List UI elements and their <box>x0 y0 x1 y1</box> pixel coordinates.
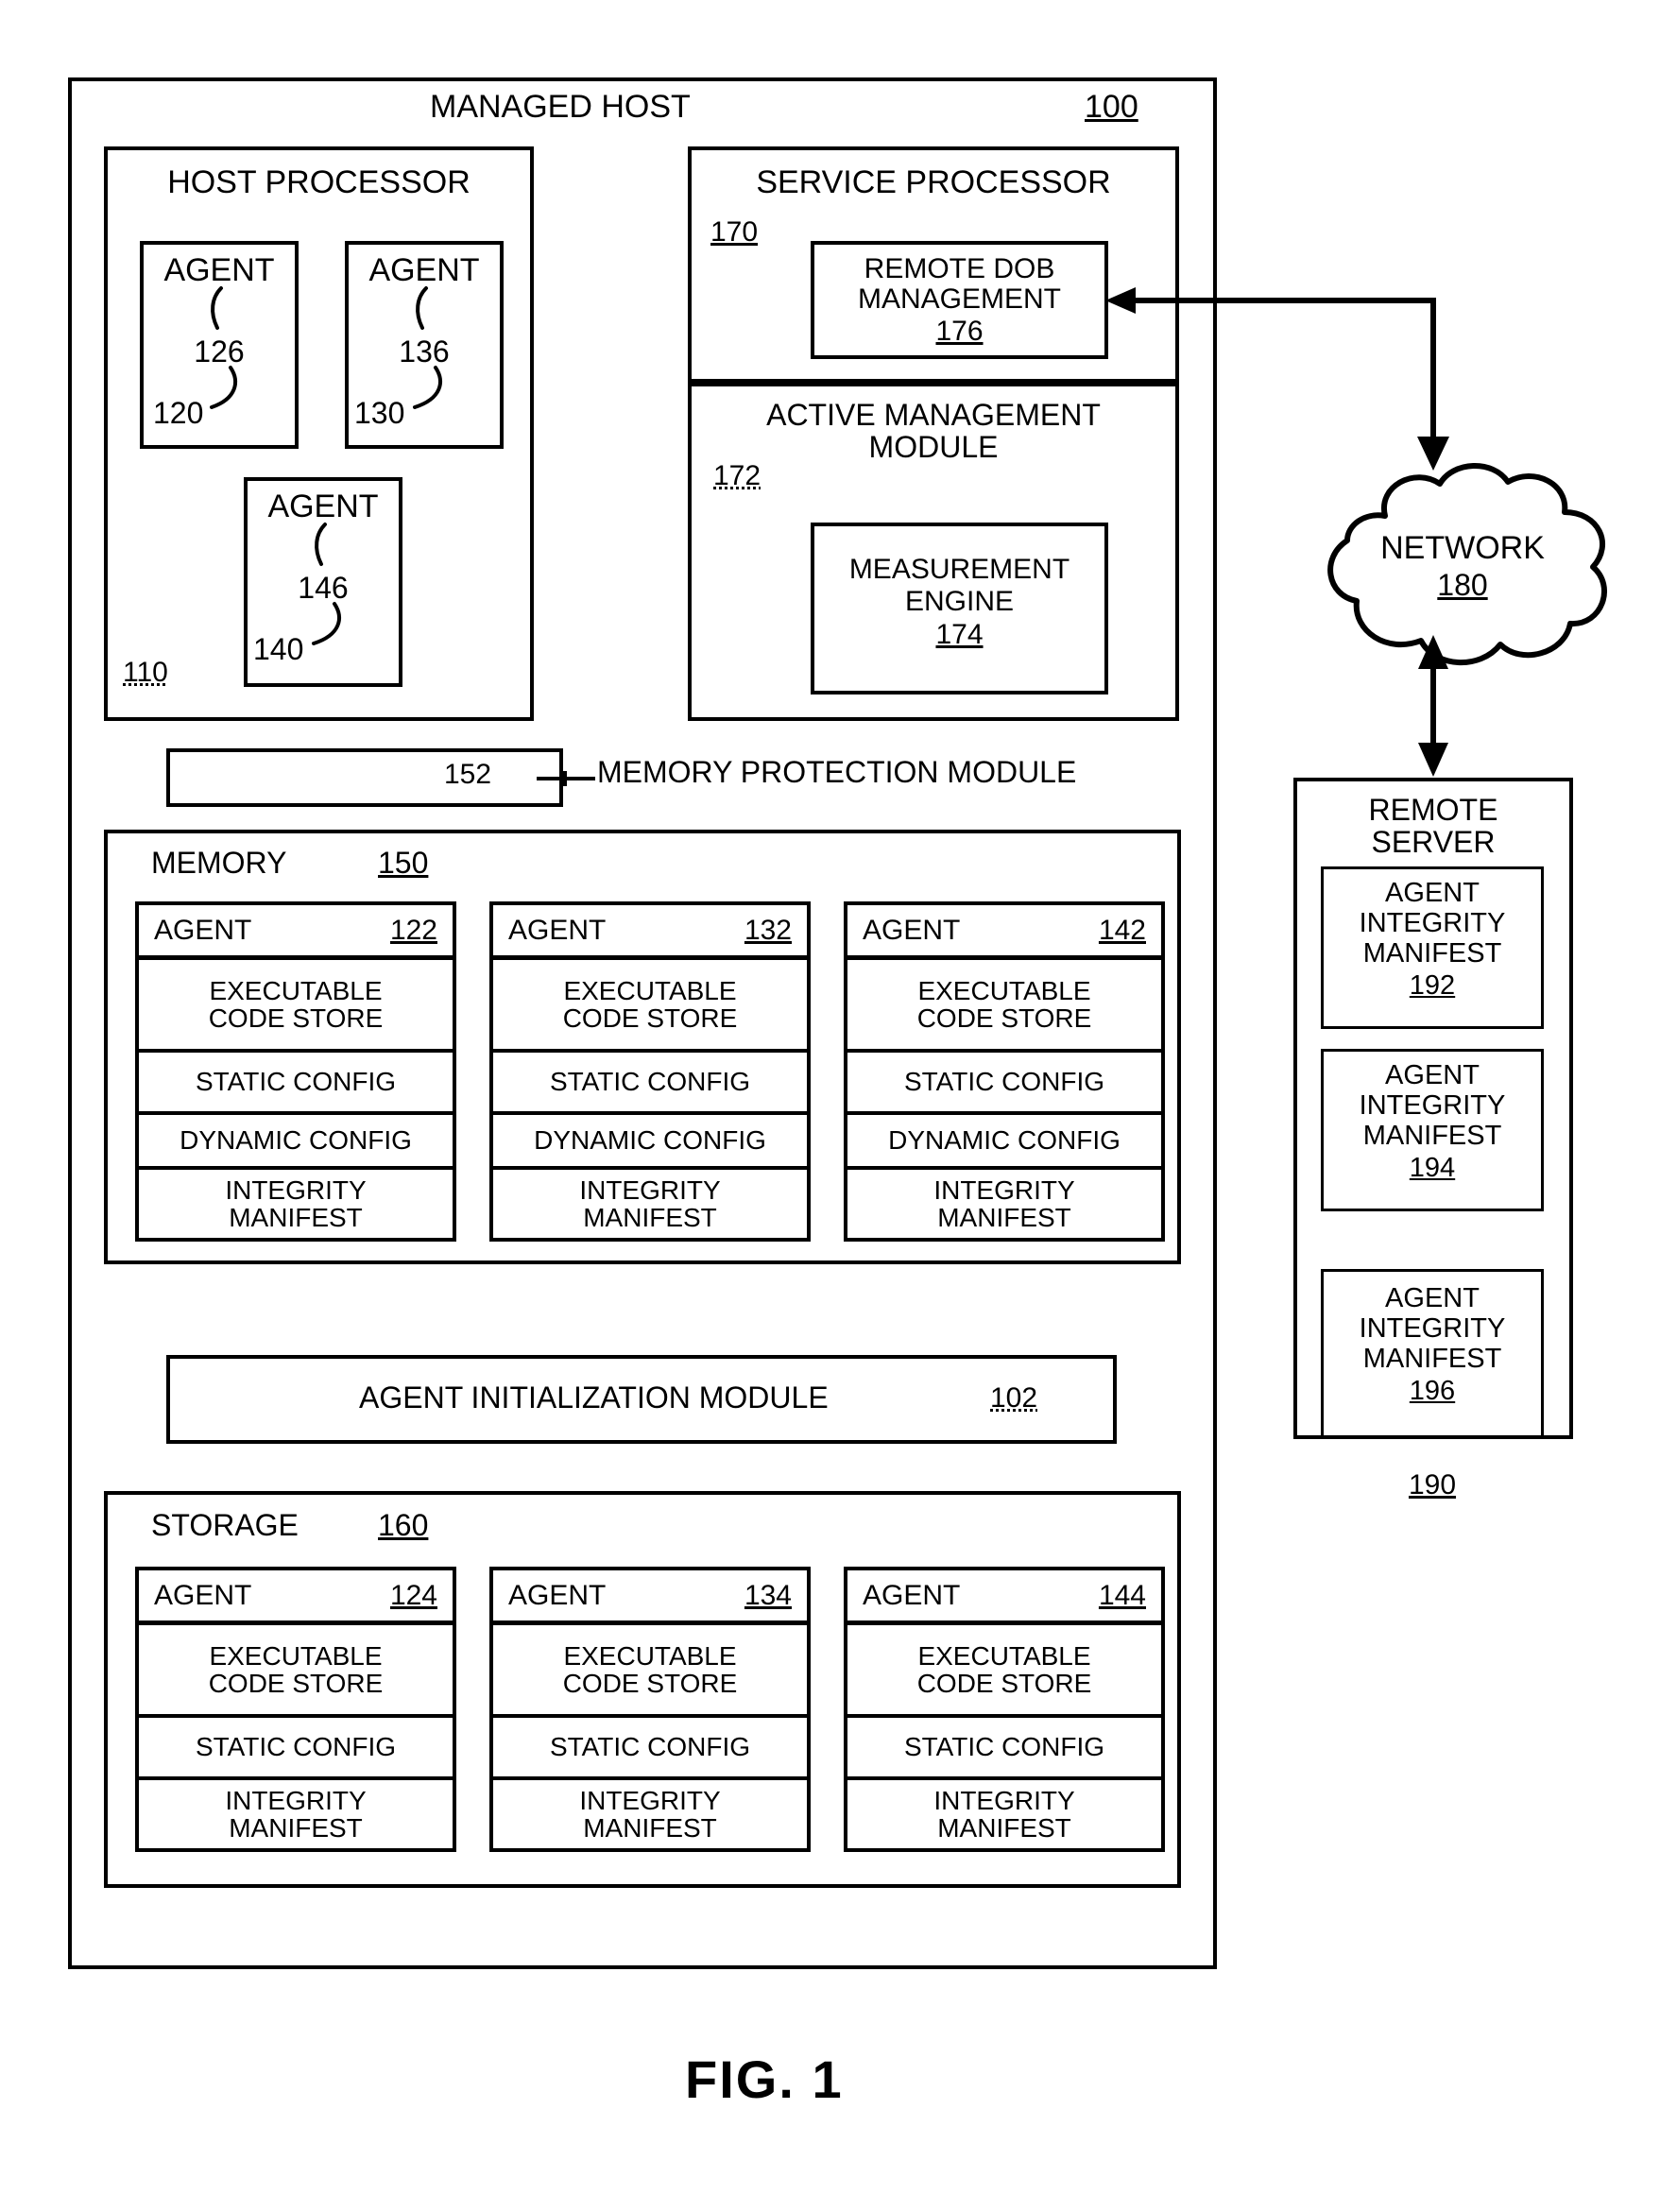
agent-card-row-dynamic-config: DYNAMIC CONFIG <box>847 1115 1161 1170</box>
manifest-194-line2: INTEGRITY <box>1359 1089 1506 1121</box>
agent-card-ref: 134 <box>744 1579 792 1611</box>
memory-agent-card-122: AGENT 122 EXECUTABLE CODE STORE STATIC C… <box>135 901 456 1242</box>
remote-dob-ref: 176 <box>935 316 984 348</box>
service-processor-title: SERVICE PROCESSOR <box>756 164 1111 200</box>
agent-card-ref: 142 <box>1098 914 1146 946</box>
agent-card-row-integrity-manifest: INTEGRITY MANIFEST <box>225 1175 367 1232</box>
agent-card-header: AGENT 134 <box>493 1570 807 1625</box>
storage-agent-card-134: AGENT 134 EXECUTABLE CODE STORE STATIC C… <box>489 1567 811 1852</box>
agent-card-header: AGENT 142 <box>847 905 1161 960</box>
agent-card-row-code-store: EXECUTABLE CODE STORE <box>847 960 1161 1053</box>
host-processor-agent-140: AGENT 146 140 <box>244 477 402 687</box>
manifest-192-ref: 192 <box>1409 969 1456 1001</box>
remote-server-ref: 190 <box>1408 1469 1457 1501</box>
leader-curve-126 <box>210 286 237 409</box>
agent-card-row-integrity-manifest: INTEGRITY MANIFEST <box>225 1785 367 1843</box>
agent-card-label: AGENT <box>863 914 961 946</box>
agent-card-header: AGENT 124 <box>139 1570 453 1625</box>
memory-protection-label: MEMORY PROTECTION MODULE <box>597 755 1077 789</box>
agent-card-row-integrity-manifest: INTEGRITY MANIFEST <box>579 1785 721 1843</box>
agent-card-row-static-config: STATIC CONFIG <box>493 1718 807 1780</box>
agent-card-label: AGENT <box>508 1579 607 1611</box>
agent-card-header: AGENT 122 <box>139 905 453 960</box>
agent-initialization-ref: 102 <box>990 1382 1038 1414</box>
storage-agent-card-124: AGENT 124 EXECUTABLE CODE STORE STATIC C… <box>135 1567 456 1852</box>
agent-card-row-static-config: STATIC CONFIG <box>847 1053 1161 1115</box>
manifest-194-line1: AGENT <box>1385 1059 1480 1090</box>
manifest-192-line1: AGENT <box>1385 877 1480 908</box>
agent-card-row-static-config: STATIC CONFIG <box>139 1053 453 1115</box>
agent-card-label: AGENT <box>508 914 607 946</box>
managed-host-title: MANAGED HOST <box>430 89 691 125</box>
measurement-engine-ref: 174 <box>935 619 984 651</box>
agent-card-row-integrity-manifest: INTEGRITY MANIFEST <box>933 1785 1075 1843</box>
agent-card-row-integrity-manifest: INTEGRITY MANIFEST <box>933 1175 1075 1232</box>
agent-card-row-dynamic-config: DYNAMIC CONFIG <box>139 1115 453 1170</box>
remote-server-line2: SERVER <box>1371 825 1496 860</box>
agent-card-label: AGENT <box>863 1579 961 1611</box>
agent-card-row-code-store: EXECUTABLE CODE STORE <box>139 1625 453 1718</box>
manifest-192-line3: MANIFEST <box>1362 937 1502 969</box>
measurement-engine-line1: MEASUREMENT <box>848 554 1070 586</box>
measurement-engine-line2: ENGINE <box>904 586 1015 618</box>
leader-curve-136 <box>413 286 442 409</box>
storage-agent-card-144: AGENT 144 EXECUTABLE CODE STORE STATIC C… <box>844 1567 1165 1852</box>
remote-dob-line2: MANAGEMENT <box>857 283 1061 316</box>
manifest-196-line2: INTEGRITY <box>1359 1312 1506 1344</box>
host-processor-agent-130: AGENT 136 130 <box>345 241 504 449</box>
manifest-194-ref: 194 <box>1409 1152 1456 1183</box>
figure-caption: FIG. 1 <box>685 2049 844 2109</box>
manifest-196-line3: MANIFEST <box>1362 1343 1502 1374</box>
manifest-196-ref: 196 <box>1409 1375 1456 1406</box>
remote-server-line1: REMOTE <box>1368 793 1498 828</box>
memory-ref: 150 <box>378 846 429 880</box>
agent-card-row-static-config: STATIC CONFIG <box>847 1718 1161 1780</box>
agent-card-header: AGENT 144 <box>847 1570 1161 1625</box>
manifest-194-line3: MANIFEST <box>1362 1120 1502 1151</box>
active-management-ref: 172 <box>713 460 761 491</box>
agent-card-row-static-config: STATIC CONFIG <box>493 1053 807 1115</box>
agent-card-ref: 122 <box>389 914 437 946</box>
host-processor-ref: 110 <box>123 657 168 688</box>
service-processor-ref: 170 <box>710 216 759 248</box>
agent-card-label: AGENT <box>154 1579 252 1611</box>
agent-card-ref: 124 <box>389 1579 437 1611</box>
storage-title: STORAGE <box>151 1508 299 1542</box>
host-processor-agent-120: AGENT 126 120 <box>140 241 299 449</box>
memory-protection-ref: 152 <box>444 759 492 790</box>
network-remote-server-arrow <box>1418 635 1448 777</box>
leader-curve-146 <box>312 523 341 645</box>
agent-card-ref: 144 <box>1098 1579 1146 1611</box>
agent-card-row-code-store: EXECUTABLE CODE STORE <box>139 960 453 1053</box>
agent-card-row-static-config: STATIC CONFIG <box>139 1718 453 1780</box>
agent-card-row-code-store: EXECUTABLE CODE STORE <box>493 960 807 1053</box>
manifest-196-line1: AGENT <box>1385 1282 1480 1313</box>
network-ref: 180 <box>1437 568 1488 603</box>
managed-host-ref: 100 <box>1085 89 1138 125</box>
figure-page: MANAGED HOST 100 HOST PROCESSOR 110 AGEN… <box>0 0 1677 2212</box>
agent-card-row-integrity-manifest: INTEGRITY MANIFEST <box>579 1175 721 1232</box>
memory-agent-card-132: AGENT 132 EXECUTABLE CODE STORE STATIC C… <box>489 901 811 1242</box>
agent-card-label: AGENT <box>154 914 252 946</box>
host-processor-title: HOST PROCESSOR <box>167 164 471 200</box>
storage-ref: 160 <box>378 1508 429 1542</box>
remote-dob-line1: REMOTE DOB <box>864 253 1055 285</box>
agent-card-header: AGENT 132 <box>493 905 807 960</box>
network-label: NETWORK <box>1380 529 1545 566</box>
manifest-192-line2: INTEGRITY <box>1359 907 1506 938</box>
agent-card-row-code-store: EXECUTABLE CODE STORE <box>493 1625 807 1718</box>
memory-title: MEMORY <box>151 846 287 880</box>
agent-card-row-dynamic-config: DYNAMIC CONFIG <box>493 1115 807 1170</box>
agent-card-row-code-store: EXECUTABLE CODE STORE <box>847 1625 1161 1718</box>
memory-agent-card-142: AGENT 142 EXECUTABLE CODE STORE STATIC C… <box>844 901 1165 1242</box>
agent-card-ref: 132 <box>744 914 792 946</box>
agent-initialization-label: AGENT INITIALIZATION MODULE <box>359 1380 829 1415</box>
